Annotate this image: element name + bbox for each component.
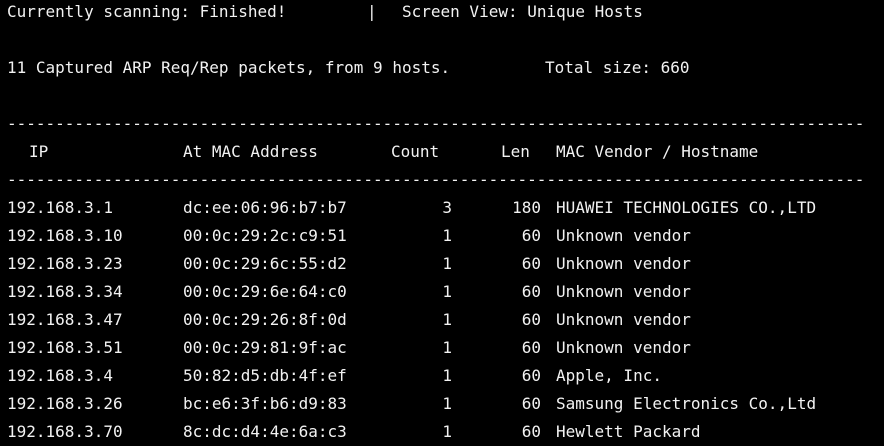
table-row: 192.168.3.47 00:0c:29:26:8f:0d 1 60 Unknown …: [7, 306, 883, 334]
cell-count: 1: [442, 338, 452, 357]
cell-len: 60: [521, 338, 541, 357]
cell-ip: 192.168.3.1: [7, 198, 113, 217]
header-vendor: MAC Vendor / Hostname: [556, 142, 759, 161]
cell-len: 60: [521, 394, 541, 413]
table-row: 192.168.3.34 00:0c:29:6e:64:c0 1 60 Unknown …: [7, 278, 883, 306]
cell-mac: 50:82:d5:db:4f:ef: [183, 366, 347, 385]
cell-ip: 192.168.3.4: [7, 366, 113, 385]
cell-vendor: Samsung Electronics Co.,Ltd: [556, 394, 817, 413]
total-size: Total size: 660: [545, 58, 690, 77]
terminal-window: Currently scanning: Finished! | Screen V…: [7, 0, 883, 446]
cell-ip: 192.168.3.70: [7, 422, 123, 441]
cell-ip: 192.168.3.23: [7, 254, 123, 273]
cell-ip: 192.168.3.34: [7, 282, 123, 301]
cell-len: 60: [521, 310, 541, 329]
cell-len: 60: [521, 422, 541, 441]
cell-mac: 00:0c:29:6c:55:d2: [183, 254, 347, 273]
cell-mac: 00:0c:29:2c:c9:51: [183, 226, 347, 245]
table-row: 192.168.3.23 00:0c:29:6c:55:d2 1 60 Unknown …: [7, 250, 883, 278]
cell-vendor: Apple, Inc.: [556, 366, 662, 385]
header-len: Len: [501, 142, 530, 161]
cell-vendor: Hewlett Packard: [556, 422, 701, 441]
cell-count: 1: [442, 394, 452, 413]
header-count: Count: [391, 142, 440, 161]
screen-view-label: Screen View: Unique Hosts: [402, 2, 643, 21]
cell-count: 1: [442, 366, 452, 385]
cell-len: 60: [521, 366, 541, 385]
cell-count: 1: [442, 282, 452, 301]
cell-len: 60: [521, 226, 541, 245]
cell-mac: 00:0c:29:26:8f:0d: [183, 310, 347, 329]
cell-vendor: HUAWEI TECHNOLOGIES CO.,LTD: [556, 198, 817, 217]
table-row: 192.168.3.10 00:0c:29:2c:c9:51 1 60 Unknown …: [7, 222, 883, 250]
cell-ip: 192.168.3.51: [7, 338, 123, 357]
cell-vendor: Unknown vendor: [556, 310, 691, 329]
cell-vendor: Unknown vendor: [556, 282, 691, 301]
table-row: 192.168.3.1 dc:ee:06:96:b7:b7 3 180 HUAWEI T…: [7, 194, 883, 222]
summary-line: 11 Captured ARP Req/Rep packets, from 9 …: [7, 54, 883, 82]
table-row: 192.168.3.26 bc:e6:3f:b6:d9:83 1 60 Samsung …: [7, 390, 883, 418]
cell-ip: 192.168.3.10: [7, 226, 123, 245]
separator-dashes: ----------------------------------------…: [7, 170, 865, 189]
cell-len: 180: [512, 198, 541, 217]
cell-mac: bc:e6:3f:b6:d9:83: [183, 394, 347, 413]
status-line: Currently scanning: Finished! | Screen V…: [7, 0, 883, 26]
cell-count: 1: [442, 310, 452, 329]
cell-mac: dc:ee:06:96:b7:b7: [183, 198, 347, 217]
cell-mac: 00:0c:29:6e:64:c0: [183, 282, 347, 301]
cell-count: 3: [442, 198, 452, 217]
cell-count: 1: [442, 226, 452, 245]
table-row: 192.168.3.70 8c:dc:d4:4e:6a:c3 1 60 Hewlett …: [7, 418, 883, 446]
cell-vendor: Unknown vendor: [556, 254, 691, 273]
cell-mac: 00:0c:29:81:9f:ac: [183, 338, 347, 357]
cell-vendor: Unknown vendor: [556, 338, 691, 357]
cell-ip: 192.168.3.26: [7, 394, 123, 413]
table-row: 192.168.3.4 50:82:d5:db:4f:ef 1 60 Apple, In…: [7, 362, 883, 390]
captured-summary: 11 Captured ARP Req/Rep packets, from 9 …: [7, 58, 451, 77]
host-table-body: 192.168.3.1 dc:ee:06:96:b7:b7 3 180 HUAWEI T…: [7, 194, 883, 446]
status-separator: |: [367, 2, 377, 21]
cell-mac: 8c:dc:d4:4e:6a:c3: [183, 422, 347, 441]
separator-line-top: ----------------------------------------…: [7, 110, 883, 138]
cell-vendor: Unknown vendor: [556, 226, 691, 245]
separator-line-bottom: ----------------------------------------…: [7, 166, 883, 194]
table-row: 192.168.3.51 00:0c:29:81:9f:ac 1 60 Unknown …: [7, 334, 883, 362]
header-ip: IP: [29, 142, 49, 161]
cell-count: 1: [442, 254, 452, 273]
cell-len: 60: [521, 254, 541, 273]
cell-len: 60: [521, 282, 541, 301]
table-header: IP At MAC Address Count Len MAC Vendor /…: [7, 138, 883, 166]
separator-dashes: ----------------------------------------…: [7, 114, 865, 133]
cell-ip: 192.168.3.47: [7, 310, 123, 329]
header-mac: At MAC Address: [183, 142, 318, 161]
scanning-status: Currently scanning: Finished!: [7, 2, 287, 21]
cell-count: 1: [442, 422, 452, 441]
